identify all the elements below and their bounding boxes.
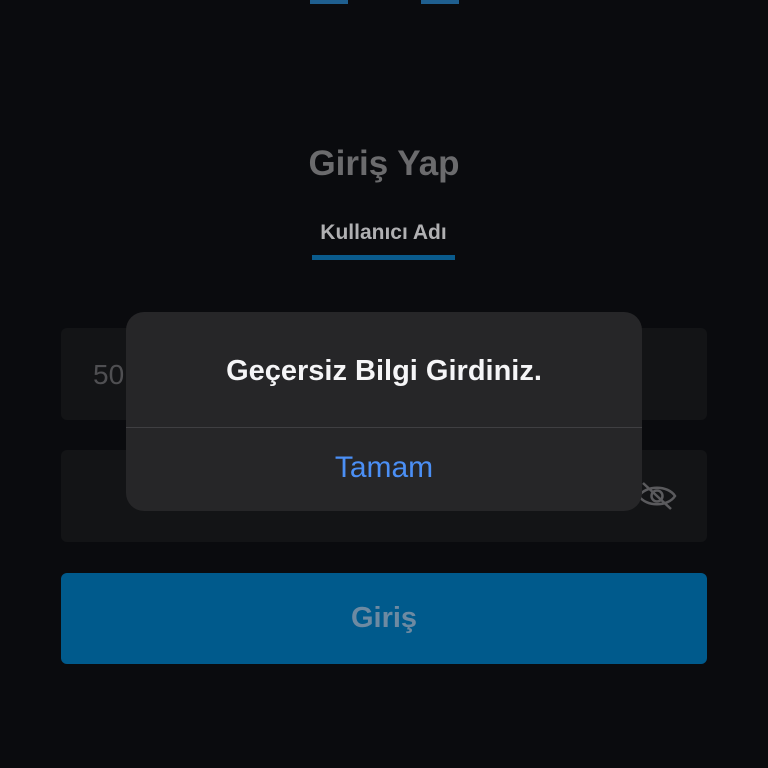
page-title: Giriş Yap [308, 144, 460, 183]
alert-dialog: Geçersiz Bilgi Girdiniz. Tamam [126, 312, 642, 511]
alert-message: Geçersiz Bilgi Girdiniz. [226, 355, 542, 387]
phone-input-value: 50 [93, 359, 125, 390]
alert-ok-button[interactable]: Tamam [126, 428, 642, 511]
logo-fragment-left [310, 0, 348, 4]
login-button[interactable]: Giriş [61, 573, 707, 664]
login-screen: Giriş Yap Kullanıcı Adı 50 Giriş Geçersi… [0, 0, 768, 768]
tab-username-label: Kullanıcı Adı [320, 221, 447, 244]
tab-active-indicator [312, 255, 455, 260]
eye-slash-icon[interactable] [637, 482, 677, 510]
logo-fragment-right [421, 0, 459, 4]
tab-username[interactable]: Kullanıcı Adı [312, 220, 455, 260]
